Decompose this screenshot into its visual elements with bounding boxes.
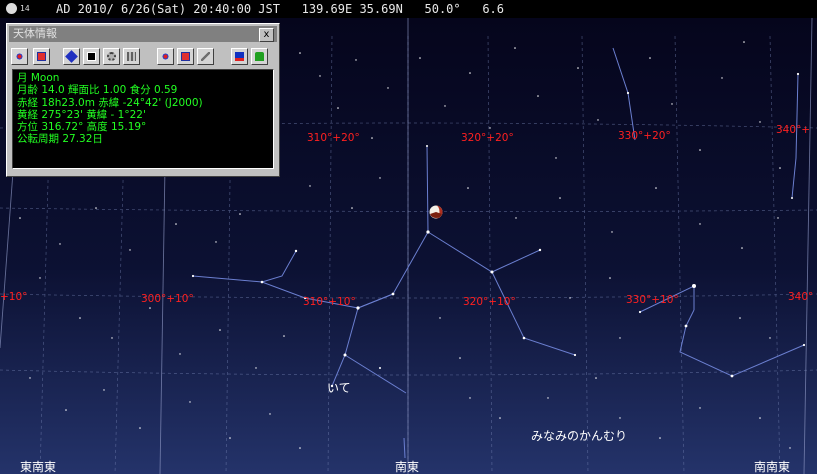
object-period: 公転周期 27.32日 xyxy=(17,133,103,146)
grid-icon xyxy=(127,52,136,61)
moon-icon[interactable] xyxy=(429,205,443,219)
grid-label: +10° xyxy=(0,291,27,303)
grid-label: 310°+10° xyxy=(303,296,356,308)
flag-button[interactable] xyxy=(231,48,248,65)
object-radec: 赤経 18h23.0m 赤緯 -24°42' (J2000) xyxy=(17,96,203,109)
grid-label: 340° xyxy=(788,291,813,303)
location: 139.69E 35.69N xyxy=(301,2,403,16)
horizon-label-center: 南東 xyxy=(395,459,419,474)
moon-phase-icon xyxy=(6,3,17,14)
grid-label: 330°+10° xyxy=(626,294,679,306)
crosshair-button[interactable] xyxy=(11,48,28,65)
target-button-2[interactable] xyxy=(177,48,194,65)
panel-title: 天体情報 xyxy=(13,27,57,40)
lock-icon xyxy=(255,52,264,61)
grid-label: 300°+10° xyxy=(141,293,194,305)
target-icon xyxy=(37,52,46,61)
grid-button[interactable] xyxy=(123,48,140,65)
diamond-button[interactable] xyxy=(63,48,80,65)
crosshair-button-2[interactable] xyxy=(157,48,174,65)
horizon-label-right: 南南東 xyxy=(754,459,790,474)
grid-label: 330°+20° xyxy=(618,130,671,142)
pencil-button[interactable] xyxy=(197,48,214,65)
planetarium-window: 14 AD 2010/ 6/26(Sat) 20:40:00 JST 139.6… xyxy=(0,0,817,474)
image-button[interactable] xyxy=(83,48,100,65)
crosshair-icon xyxy=(15,52,24,61)
constellation-label-corona-australis: みなみのかんむり xyxy=(531,429,627,443)
grid-label: 320°+10° xyxy=(463,296,516,308)
lock-button[interactable] xyxy=(251,48,268,65)
target-button[interactable] xyxy=(33,48,50,65)
flag-icon xyxy=(235,52,244,61)
object-altaz: 方位 316.72° 高度 15.19° xyxy=(17,121,147,134)
limiting-magnitude: 6.6 xyxy=(482,2,504,16)
object-ecliptic: 黄経 275°23' 黄緯 - 1°22' xyxy=(17,108,146,121)
status-text: AD 2010/ 6/26(Sat) 20:40:00 JST 139.69E … xyxy=(56,0,504,18)
datetime: AD 2010/ 6/26(Sat) 20:40:00 JST xyxy=(56,2,280,16)
close-button[interactable]: x xyxy=(259,28,274,42)
grid-label: 310°+20° xyxy=(307,132,360,144)
grid-label: 340°+ xyxy=(776,124,810,136)
field-of-view: 50.0° xyxy=(424,2,461,16)
status-bar: 14 AD 2010/ 6/26(Sat) 20:40:00 JST 139.6… xyxy=(0,0,817,18)
moon-age-icon-label: 14 xyxy=(20,4,30,13)
object-name: 月 Moon xyxy=(17,72,60,84)
image-icon xyxy=(87,52,96,61)
diamond-icon xyxy=(65,50,78,63)
panel-toolbar xyxy=(11,48,275,68)
object-info-text: 月 Moon 月齢 14.0 輝面比 1.00 食分 0.59 赤経 18h23… xyxy=(12,69,274,169)
constellation-label-sagittarius: いて xyxy=(327,381,351,395)
pencil-icon xyxy=(201,52,210,61)
crosshair-icon xyxy=(161,52,170,61)
horizon-label-left: 東南東 xyxy=(20,459,56,474)
grid-label: 320°+20° xyxy=(461,132,514,144)
object-age: 月齢 14.0 輝面比 1.00 食分 0.59 xyxy=(17,84,178,97)
settings-button[interactable] xyxy=(103,48,120,65)
panel-titlebar[interactable]: 天体情報 x xyxy=(9,26,277,42)
object-info-panel[interactable]: 天体情報 x 月 Moon 月齢 14.0 輝面比 1.00 食分 0.59 赤… xyxy=(6,23,280,177)
target-icon xyxy=(181,52,190,61)
gear-icon xyxy=(107,52,116,61)
